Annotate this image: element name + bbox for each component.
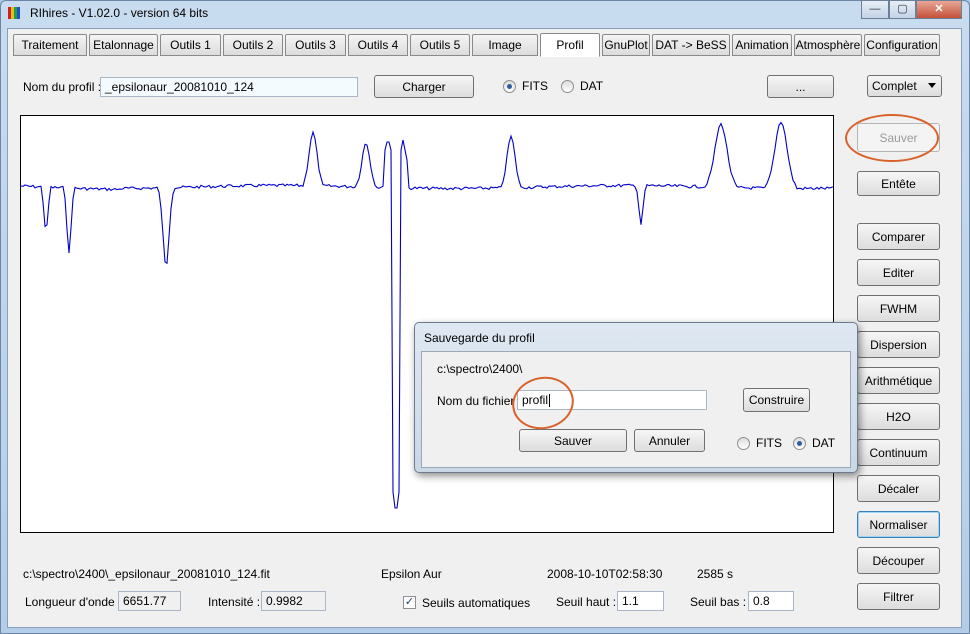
dialog-dat-radio[interactable] [793,437,806,450]
tab-outils-1[interactable]: Outils 1 [160,34,221,56]
chevron-down-icon [928,83,936,88]
profile-name-label: Nom du profil : [23,80,102,94]
edit-button[interactable]: Editer [857,259,940,286]
dialog-save-button[interactable]: Sauver [519,429,627,452]
profile-name-input[interactable]: _epsilonaur_20081010_124 [100,77,358,97]
tab-outils-3[interactable]: Outils 3 [285,34,346,56]
save-profile-dialog: Sauvegarde du profil c:\spectro\2400\ No… [414,322,858,473]
filter-button[interactable]: Filtrer [857,583,940,610]
dialog-dat-label: DAT [812,436,836,450]
normalize-button[interactable]: Normaliser [857,511,940,538]
arithmetic-button[interactable]: Arithmétique [857,367,940,394]
intensity-value: 0.9982 [261,591,326,611]
dialog-title: Sauvegarde du profil [424,331,535,345]
tab-dat-bess[interactable]: DAT -> BeSS [652,34,730,56]
dat-radio[interactable] [561,80,574,93]
tab-outils-4[interactable]: Outils 4 [348,34,408,56]
maximize-button[interactable]: ▢ [889,0,916,19]
tab-profil[interactable]: Profil [540,33,600,57]
intensity-label: Intensité : [208,595,261,609]
tab-outils-2[interactable]: Outils 2 [223,34,283,56]
header-button[interactable]: Entête [857,171,940,196]
wavelength-value: 6651.77 [118,591,181,611]
file-path-text: c:\spectro\2400\_epsilonaur_20081010_124… [23,567,270,581]
tab-etalonnage[interactable]: Etalonnage [89,34,158,56]
compare-button[interactable]: Comparer [857,223,940,250]
mode-select[interactable]: Complet [867,75,942,97]
date-text: 2008-10-10T02:58:30 [547,567,663,581]
dialog-fits-label: FITS [756,436,782,450]
dialog-fits-radio[interactable] [737,437,750,450]
window-title: RIhires - V1.02.0 - version 64 bits [30,6,209,20]
fits-radio-label: FITS [522,79,548,93]
continuum-button[interactable]: Continuum [857,439,940,466]
tab-gnuplot[interactable]: GnuPlot [602,34,650,56]
crop-button[interactable]: Découper [857,547,940,574]
load-button[interactable]: Charger [374,75,474,98]
build-button[interactable]: Construire [743,388,810,412]
tab-atmosphere[interactable]: Atmosphère [794,34,862,56]
tab-animation[interactable]: Animation [732,34,792,56]
dispersion-button[interactable]: Dispersion [857,331,940,358]
auto-threshold-checkbox[interactable]: ✓ [403,596,416,609]
fits-radio[interactable] [503,80,516,93]
shift-button[interactable]: Décaler [857,475,940,502]
minimize-button[interactable]: — [861,0,889,19]
tab-outils-5[interactable]: Outils 5 [410,34,470,56]
h2o-button[interactable]: H2O [857,403,940,430]
annotation-circle-save [845,114,939,162]
high-threshold-label: Seuil haut : [556,595,617,609]
tab-image[interactable]: Image [472,34,538,56]
fwhm-button[interactable]: FWHM [857,295,940,322]
dialog-path-text: c:\spectro\2400\ [437,362,523,376]
low-threshold-input[interactable]: 0.8 [748,591,794,611]
dialog-cancel-button[interactable]: Annuler [634,429,705,452]
app-icon [8,7,22,19]
tab-traitement[interactable]: Traitement [13,34,87,56]
exposure-text: 2585 s [697,567,734,581]
filename-label: Nom du fichier : [437,394,522,408]
dat-radio-label: DAT [580,79,604,93]
high-threshold-input[interactable]: 1.1 [617,591,664,611]
dialog-body: c:\spectro\2400\ Nom du fichier : profil… [421,351,851,468]
wavelength-label: Longueur d'onde : [25,595,122,609]
tab-configuration[interactable]: Configuration [864,34,940,56]
low-threshold-label: Seuil bas : [690,595,747,609]
browse-button[interactable]: ... [767,75,834,98]
close-button[interactable]: ✕ [916,0,962,19]
object-name-text: Epsilon Aur [381,567,442,581]
auto-threshold-label: Seuils automatiques [422,596,531,610]
mode-select-value: Complet [872,79,917,93]
